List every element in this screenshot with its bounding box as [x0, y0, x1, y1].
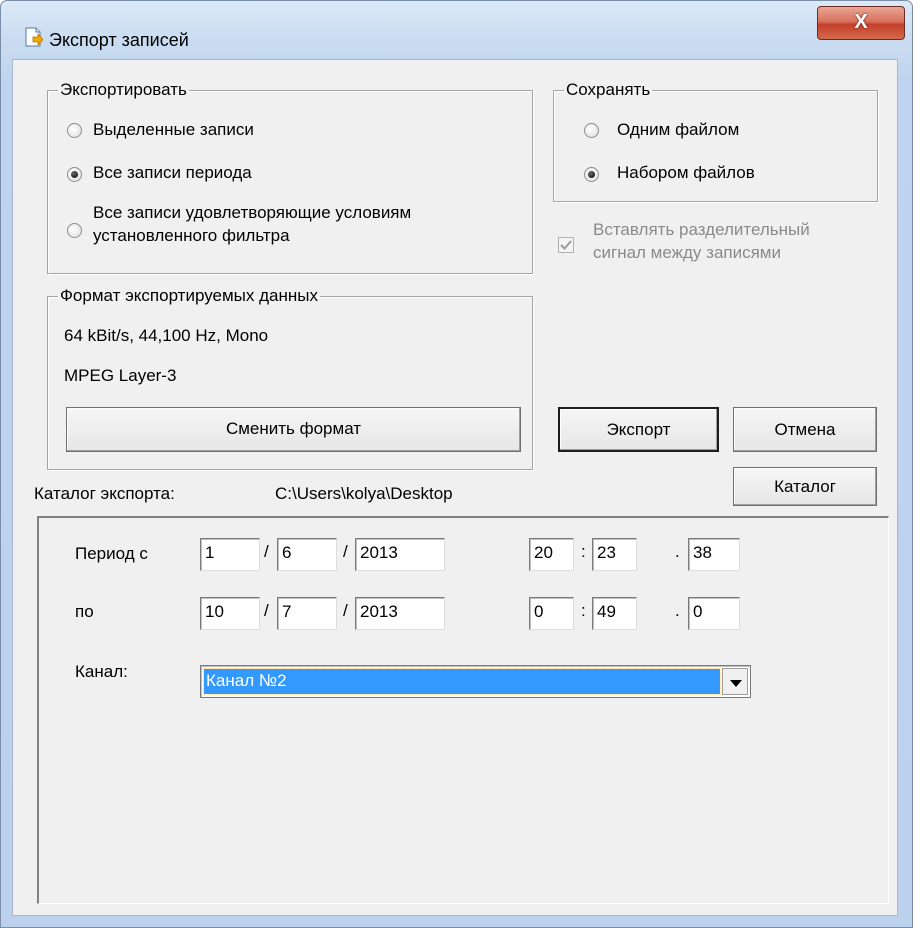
radio-filter-records[interactable]	[67, 223, 82, 238]
to-year-input[interactable]: 2013	[355, 597, 445, 630]
to-time-sep: :	[581, 601, 586, 620]
radio-filter-records-label-line2[interactable]: установленного фильтра	[93, 226, 290, 246]
radio-single-file[interactable]	[584, 123, 599, 138]
to-day-input[interactable]: 10	[200, 597, 260, 630]
from-time-sep: :	[581, 542, 586, 561]
export-button[interactable]: Экспорт	[558, 407, 719, 452]
radio-selected-records-label[interactable]: Выделенные записи	[93, 120, 254, 140]
export-document-icon	[25, 27, 43, 47]
period-to-label: по	[75, 602, 94, 621]
channel-label: Канал:	[75, 662, 128, 681]
save-group-legend: Сохранять	[566, 80, 651, 99]
catalog-label: Каталог экспорта:	[34, 484, 175, 503]
cancel-button[interactable]: Отмена	[733, 407, 877, 452]
to-minute-input[interactable]: 49	[592, 597, 637, 630]
from-hour-input[interactable]: 20	[529, 538, 574, 571]
channel-select-value: Канал №2	[203, 668, 721, 695]
from-second-input[interactable]: 38	[688, 538, 740, 571]
radio-single-file-label[interactable]: Одним файлом	[617, 120, 739, 140]
from-date-sep-2: /	[343, 542, 348, 561]
radio-file-set-label[interactable]: Набором файлов	[617, 163, 755, 183]
separator-checkbox-label-line1: Вставлять разделительный	[593, 220, 810, 239]
format-codec-text: MPEG Layer-3	[64, 366, 177, 385]
channel-select[interactable]: Канал №2	[200, 665, 751, 698]
save-group: Сохранять	[553, 80, 878, 202]
radio-file-set[interactable]	[584, 167, 599, 182]
to-second-input[interactable]: 0	[688, 597, 740, 630]
checkmark-icon	[560, 240, 572, 250]
from-day-input[interactable]: 1	[200, 538, 260, 571]
close-button[interactable]: X	[817, 6, 905, 40]
change-format-button[interactable]: Сменить формат	[66, 407, 521, 452]
radio-all-period-records-label[interactable]: Все записи периода	[93, 163, 252, 183]
export-dialog: Экспорт записей X Экспортировать Выделен…	[0, 0, 913, 928]
title-bar[interactable]: Экспорт записей X	[1, 1, 912, 59]
chevron-down-icon[interactable]	[722, 668, 748, 695]
radio-filter-records-label-line1[interactable]: Все записи удовлетворяющие условиям	[93, 203, 411, 223]
from-minute-input[interactable]: 23	[592, 538, 637, 571]
export-group-legend: Экспортировать	[60, 80, 187, 99]
format-bitrate-text: 64 kBit/s, 44,100 Hz, Mono	[64, 326, 269, 345]
catalog-path: C:\Users\kolya\Desktop	[275, 484, 453, 503]
to-sec-sep: .	[675, 601, 680, 620]
window-title: Экспорт записей	[49, 30, 189, 50]
from-sec-sep: .	[675, 542, 680, 561]
to-date-sep-1: /	[264, 601, 269, 620]
separator-checkbox-label-line2: сигнал между записями	[593, 243, 781, 262]
to-hour-input[interactable]: 0	[529, 597, 574, 630]
period-panel	[37, 516, 889, 904]
radio-all-period-records[interactable]	[67, 167, 82, 182]
from-year-input[interactable]: 2013	[355, 538, 445, 571]
to-month-input[interactable]: 7	[277, 597, 337, 630]
format-group-legend: Формат экспортируемых данных	[60, 286, 318, 305]
catalog-button[interactable]: Каталог	[733, 467, 877, 506]
period-from-label: Период с	[75, 544, 148, 563]
dialog-client-area: Экспортировать Выделенные записи Все зап…	[12, 59, 898, 916]
to-date-sep-2: /	[343, 601, 348, 620]
radio-selected-records[interactable]	[67, 123, 82, 138]
separator-checkbox[interactable]	[558, 237, 574, 253]
from-date-sep-1: /	[264, 542, 269, 561]
from-month-input[interactable]: 6	[277, 538, 337, 571]
